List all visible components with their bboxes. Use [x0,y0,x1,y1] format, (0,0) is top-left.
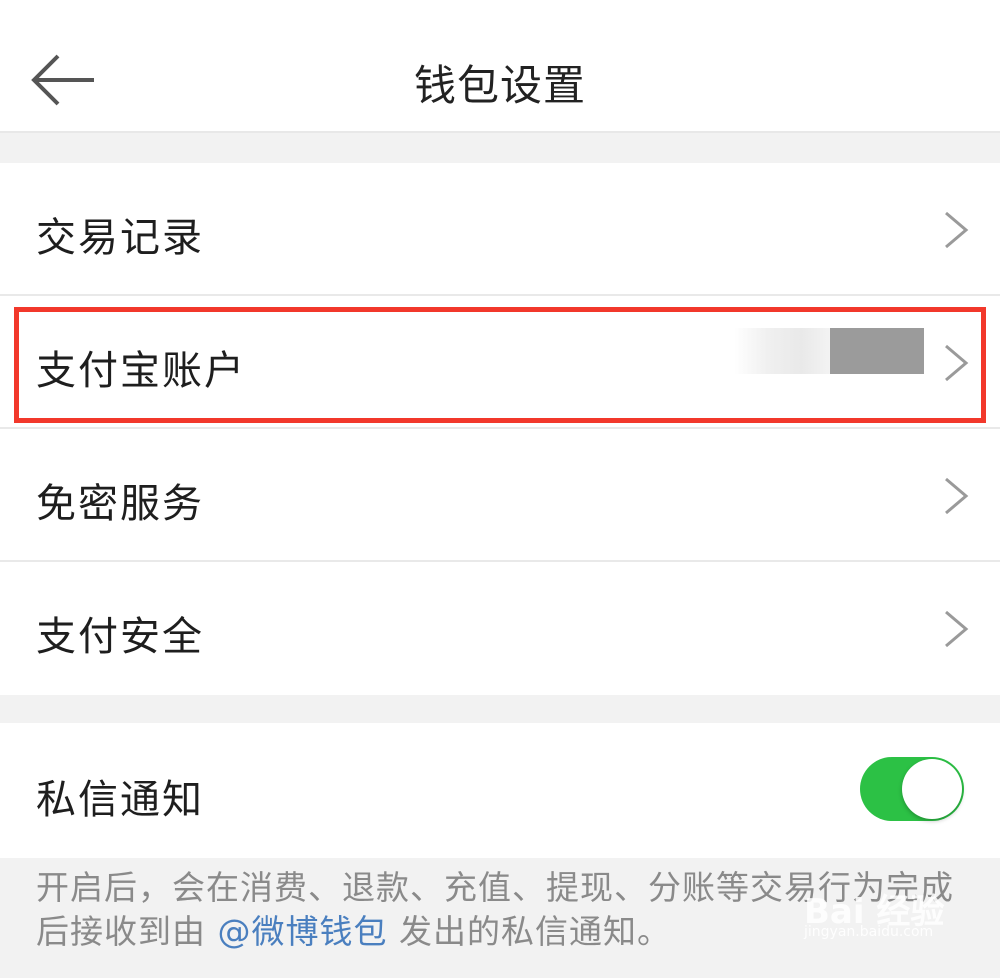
notification-hint-text: 开启后，会在消费、退款、充值、提现、分账等交易行为完成后接收到由 @微博钱包 发… [36,866,976,954]
menu-item-payment-security[interactable]: 支付安全 [0,562,1000,695]
chevron-right-icon [945,477,969,515]
menu-item-alipay-account[interactable]: 支付宝账户 [0,296,1000,429]
weibo-wallet-link[interactable]: @微博钱包 [218,912,388,951]
toggle-knob [902,759,962,819]
menu-item-transaction-records[interactable]: 交易记录 [0,163,1000,296]
menu-item-label: 免密服务 [36,481,204,527]
redaction-block [830,328,924,374]
menu-item-label: 支付宝账户 [36,348,246,394]
hint-text-after: 发出的私信通知。 [387,912,671,951]
page-title: 钱包设置 [413,61,586,110]
notification-setting-row: 私信通知 [0,723,1000,858]
settings-list: 交易记录 支付宝账户 免密服务 支付安全 [0,163,1000,695]
notification-label: 私信通知 [36,777,204,823]
chevron-right-icon [945,211,969,249]
top-bar: 钱包设置 [0,0,1000,133]
chevron-right-icon [945,344,969,382]
redaction-blur [734,328,830,374]
menu-item-label: 支付安全 [36,614,204,660]
menu-item-password-free-service[interactable]: 免密服务 [0,429,1000,562]
redacted-account-value [734,328,924,374]
chevron-right-icon [945,610,969,648]
menu-item-label: 交易记录 [36,215,204,261]
notification-toggle[interactable] [860,757,964,821]
